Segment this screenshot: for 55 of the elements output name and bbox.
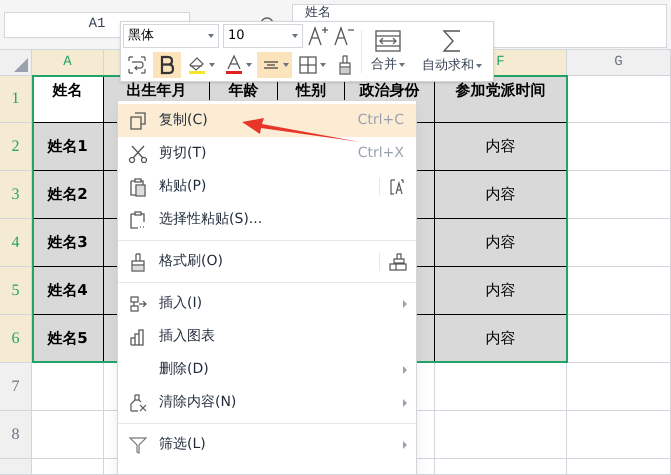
table-cell: 姓名3 bbox=[32, 219, 104, 267]
row-header[interactable]: 7 bbox=[0, 363, 32, 411]
table-cell: 参加党派时间 bbox=[435, 76, 567, 123]
row-header[interactable]: 8 bbox=[0, 411, 32, 459]
font-dropdown[interactable]: 黑体 bbox=[123, 24, 219, 48]
menu-item[interactable]: 选择性粘贴(S)... bbox=[118, 203, 416, 236]
font-color-icon bbox=[223, 54, 245, 76]
formula-text: 姓名 bbox=[305, 4, 331, 20]
scissors-icon bbox=[128, 144, 148, 164]
table-cell: 姓名1 bbox=[32, 123, 104, 171]
font-size-dropdown[interactable]: 10 bbox=[223, 24, 303, 48]
decrease-font-icon[interactable] bbox=[333, 25, 355, 47]
menu-item[interactable]: 剪切(T) Ctrl+X bbox=[118, 137, 416, 170]
format-brush-icon[interactable] bbox=[388, 252, 408, 272]
copy-icon bbox=[128, 110, 148, 130]
submenu-arrow-icon bbox=[403, 300, 407, 308]
table-cell: 内容 bbox=[435, 267, 567, 315]
menu-item[interactable]: 粘贴(P) bbox=[118, 170, 416, 203]
menu-item[interactable]: 复制(C) Ctrl+C bbox=[118, 104, 416, 137]
increase-font-icon[interactable] bbox=[307, 25, 329, 47]
table-cell: 内容 bbox=[435, 219, 567, 267]
caret-icon bbox=[292, 34, 298, 38]
paste-icon bbox=[128, 176, 148, 196]
caret-icon bbox=[476, 64, 482, 68]
submenu-arrow-icon bbox=[403, 440, 407, 448]
submenu-arrow-icon bbox=[403, 366, 407, 374]
caret-icon bbox=[320, 63, 326, 67]
caret-icon bbox=[208, 34, 214, 38]
eraser-icon bbox=[128, 392, 148, 412]
table-cell: 内容 bbox=[435, 123, 567, 171]
menu-item[interactable]: 删除(D) bbox=[118, 353, 416, 386]
menu-item[interactable]: 筛选(L) bbox=[118, 428, 416, 461]
table-cell: 姓名5 bbox=[32, 315, 104, 363]
table-cell: 内容 bbox=[435, 171, 567, 219]
table-cell: 内容 bbox=[435, 315, 567, 363]
caret-icon bbox=[283, 63, 289, 67]
menu-item[interactable]: 插入图表 bbox=[118, 320, 416, 353]
table-cell: 姓名4 bbox=[32, 267, 104, 315]
caret-icon bbox=[246, 63, 252, 67]
column-header[interactable]: G bbox=[567, 50, 671, 76]
submenu-arrow-icon bbox=[403, 398, 407, 406]
bold-button[interactable] bbox=[153, 52, 181, 78]
shortcut-text: Ctrl+X bbox=[358, 144, 404, 163]
filter-icon bbox=[128, 434, 148, 454]
borders-icon bbox=[297, 54, 319, 76]
caret-icon bbox=[399, 62, 405, 66]
menu-item[interactable]: 插入(I) bbox=[118, 287, 416, 320]
menu-item[interactable]: 清除内容(N) bbox=[118, 386, 416, 419]
wrap-text-icon bbox=[126, 54, 148, 76]
merge-cells-icon bbox=[374, 28, 402, 53]
table-cell: 姓名2 bbox=[32, 171, 104, 219]
caret-icon bbox=[209, 63, 215, 67]
menu-item[interactable]: 格式刷(O) bbox=[118, 245, 416, 278]
align-center-button[interactable] bbox=[257, 52, 292, 78]
insert-rows-icon bbox=[128, 294, 148, 314]
